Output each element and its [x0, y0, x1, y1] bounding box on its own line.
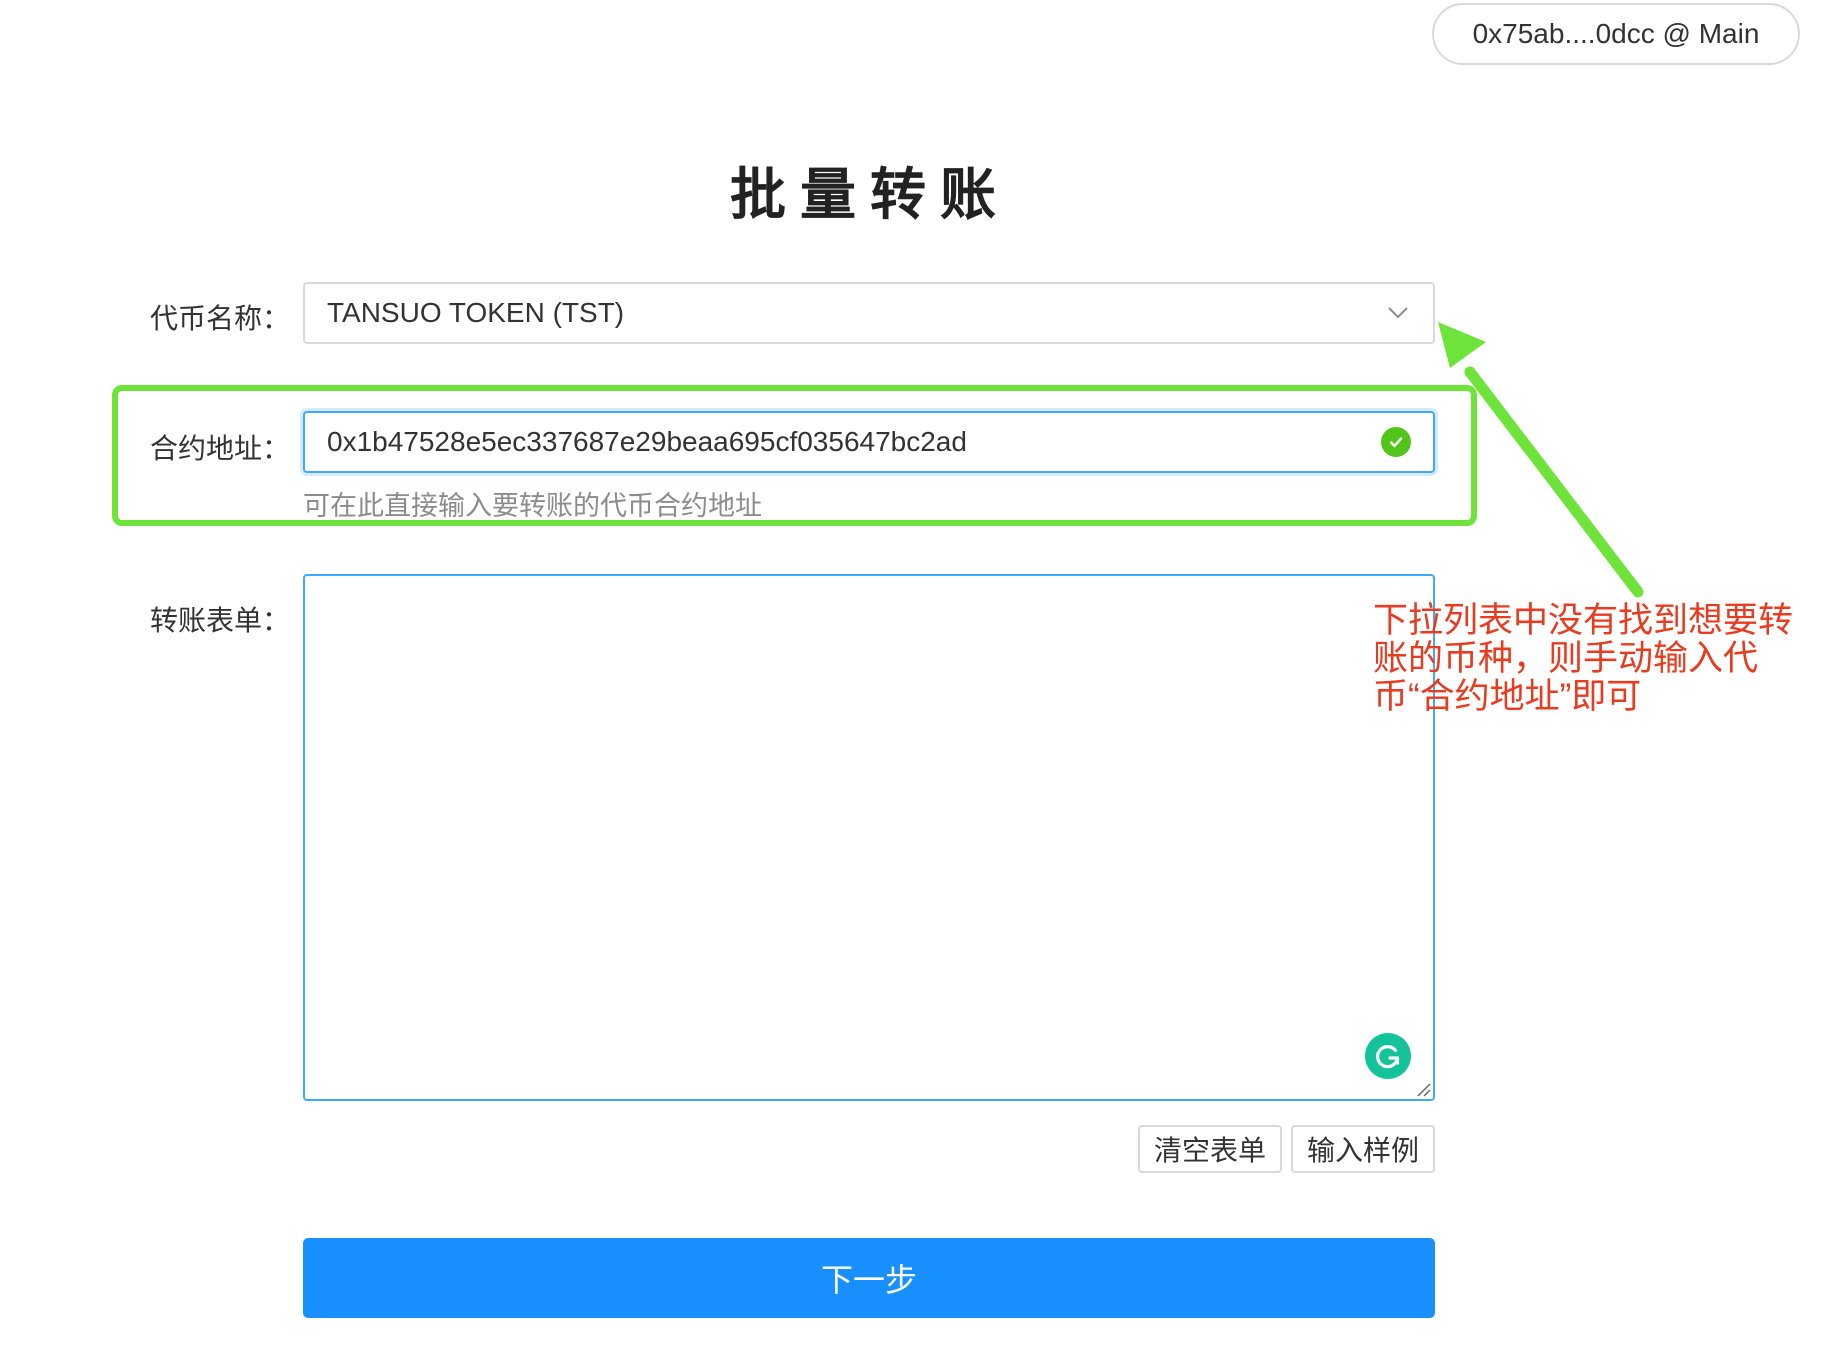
grammarly-icon[interactable] [1365, 1033, 1411, 1079]
transfer-form-label: 转账表单： [149, 605, 290, 636]
contract-address-input[interactable]: 0x1b47528e5ec337687e29beaa695cf035647bc2… [303, 411, 1435, 473]
page-title: 批量转账 [730, 163, 1010, 226]
contract-address-help: 可在此直接输入要转账的代币合约地址 [303, 491, 762, 521]
token-select-value: TANSUO TOKEN (TST) [327, 297, 625, 328]
contract-address-value: 0x1b47528e5ec337687e29beaa695cf035647bc2… [327, 426, 967, 457]
resize-handle-icon[interactable] [1415, 1081, 1431, 1097]
transfer-list-textarea[interactable] [303, 574, 1435, 1101]
check-circle-icon [1381, 427, 1411, 457]
next-step-button[interactable]: 下一步 [303, 1238, 1435, 1318]
clear-form-button[interactable]: 清空表单 [1138, 1125, 1282, 1173]
token-select[interactable]: TANSUO TOKEN (TST) [303, 282, 1435, 344]
account-network-label: 0x75ab....0dcc @ Main [1472, 18, 1760, 49]
input-sample-button[interactable]: 输入样例 [1291, 1125, 1435, 1173]
account-network-button[interactable]: 0x75ab....0dcc @ Main [1432, 3, 1800, 65]
chevron-down-icon [1385, 300, 1411, 326]
token-name-label: 代币名称： [149, 303, 290, 334]
annotation-note: 下拉列表中没有找到想要转账的币种，则手动输入代币“合约地址”即可 [1373, 601, 1794, 716]
contract-address-label: 合约地址： [149, 433, 290, 464]
